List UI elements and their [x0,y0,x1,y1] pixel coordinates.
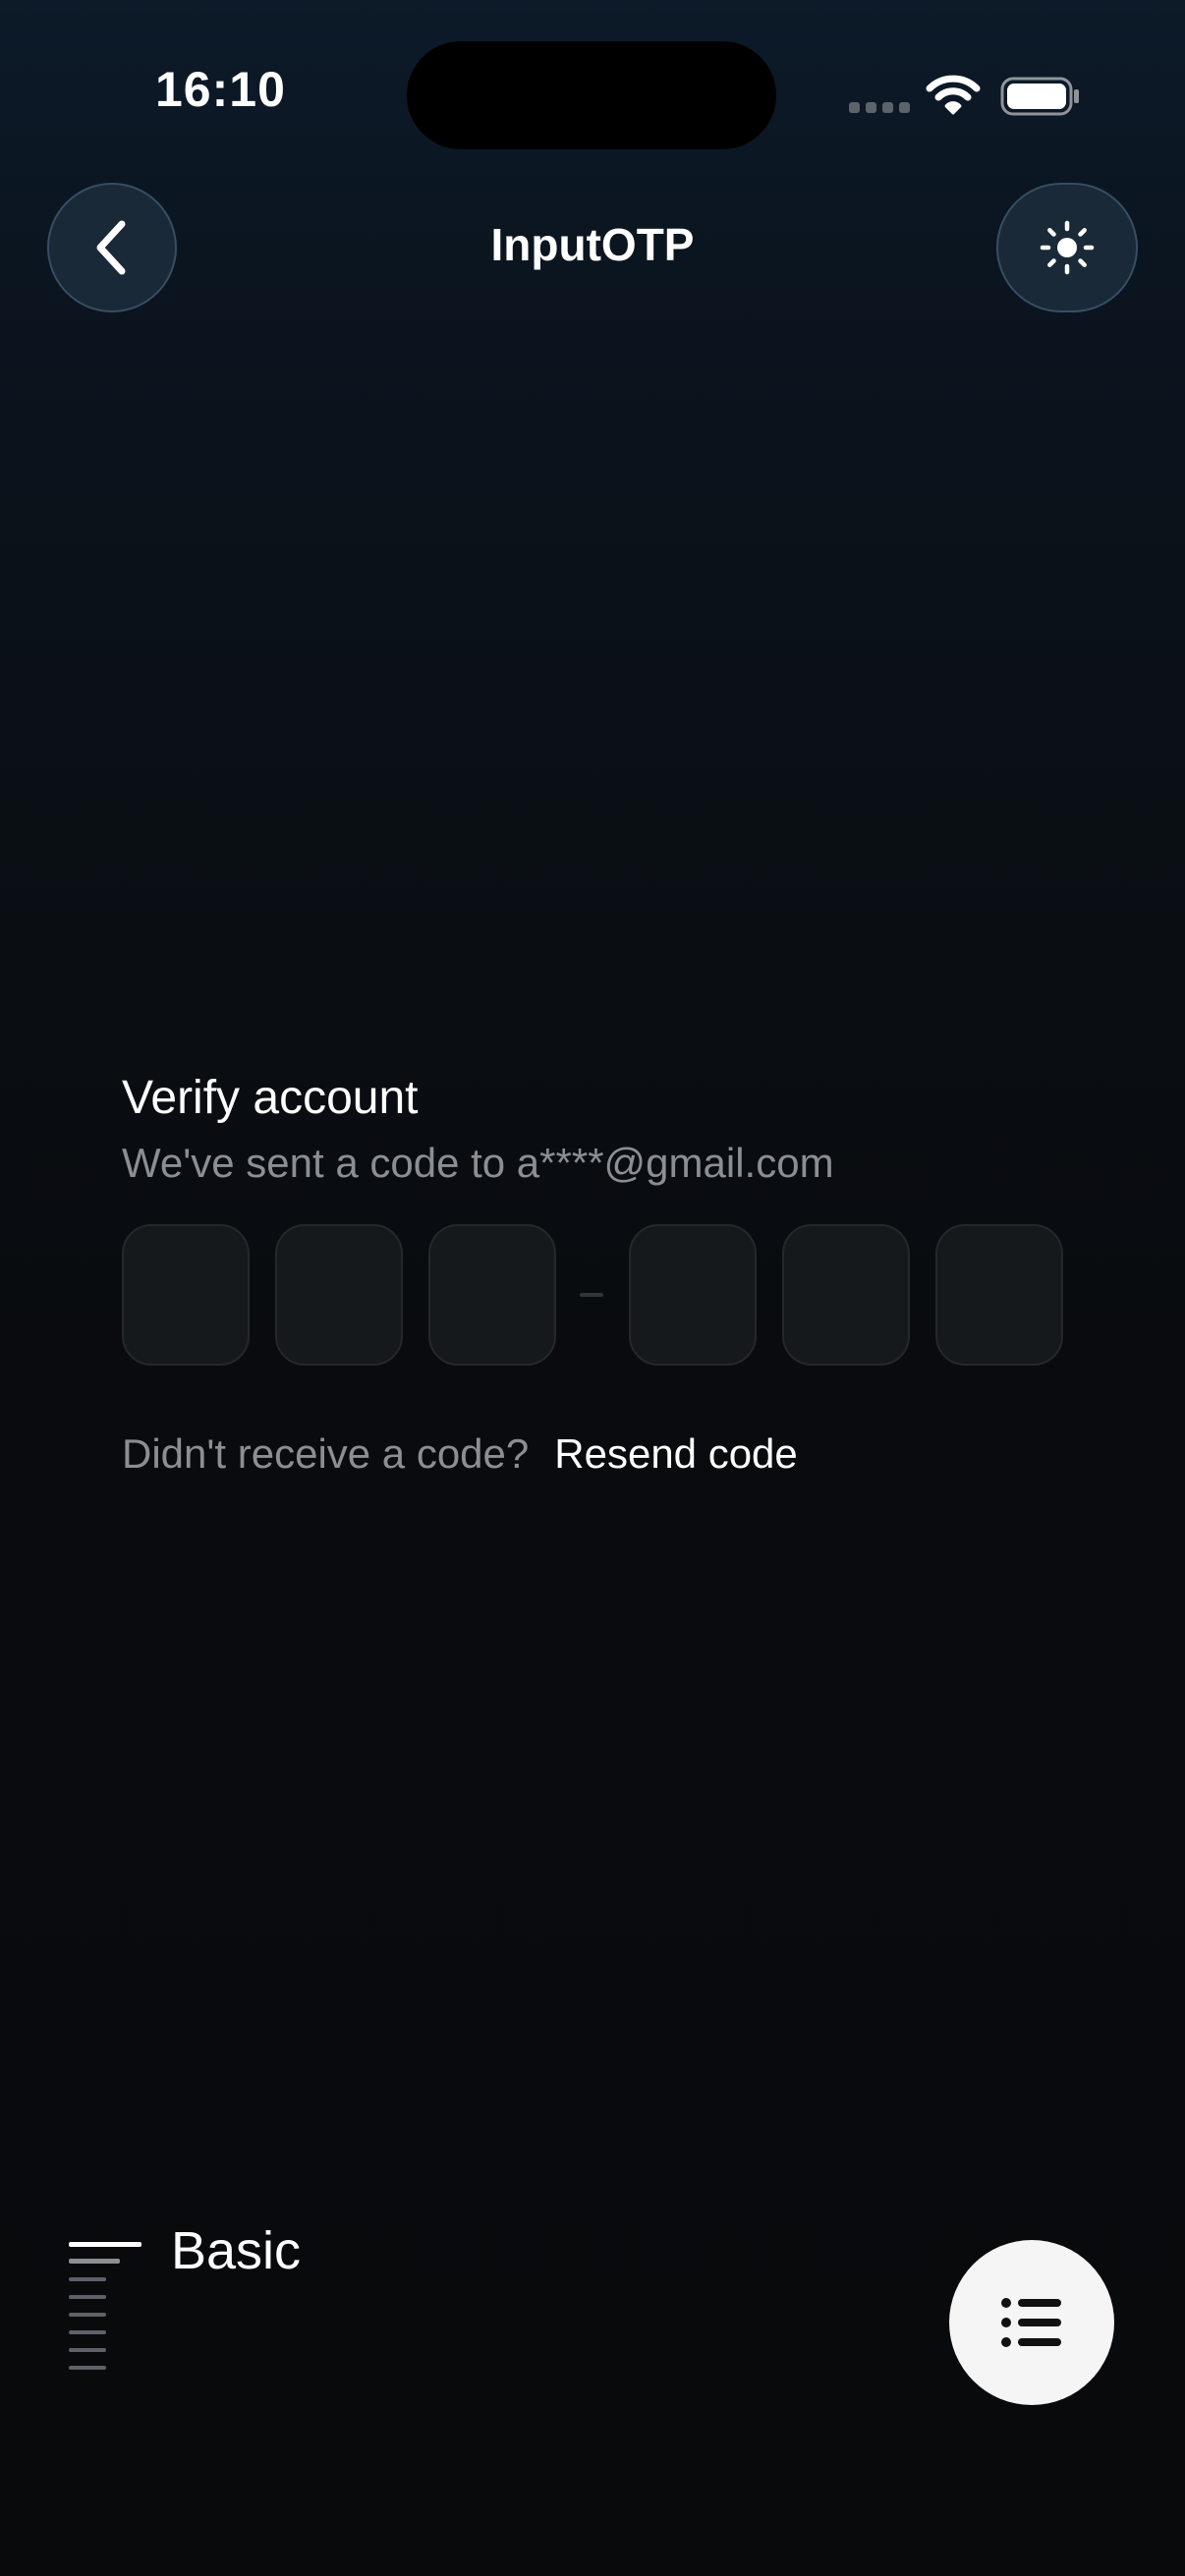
otp-slot-1[interactable] [122,1224,250,1366]
list-icon [1001,2298,1061,2347]
otp-separator [580,1293,603,1297]
resend-prompt: Didn't receive a code? [122,1430,530,1477]
section-label: Basic [171,2221,302,2280]
table-of-contents-button[interactable] [949,2240,1114,2405]
theme-toggle-button[interactable] [996,183,1138,312]
otp-slot-5[interactable] [782,1224,910,1366]
wifi-icon [926,75,981,115]
dynamic-island [407,41,776,149]
sun-icon [1040,220,1095,275]
status-time: 16:10 [155,62,286,117]
battery-icon [1000,77,1079,116]
otp-slot-4[interactable] [629,1224,757,1366]
section-index-icon[interactable] [69,2242,147,2380]
otp-screen: 16:10 InputOTP Verify account We've sent… [0,0,1185,2576]
otp-slot-2[interactable] [275,1224,403,1366]
otp-input[interactable] [122,1224,1065,1368]
card-title: Verify account [122,1072,419,1124]
otp-slot-6[interactable] [935,1224,1063,1366]
card-subtitle: We've sent a code to a****@gmail.com [122,1140,834,1186]
signal-dots-icon [849,102,910,113]
otp-slot-3[interactable] [428,1224,556,1366]
resend-code-link[interactable]: Resend code [554,1430,798,1477]
resend-row: Didn't receive a code? Resend code [122,1430,798,1478]
